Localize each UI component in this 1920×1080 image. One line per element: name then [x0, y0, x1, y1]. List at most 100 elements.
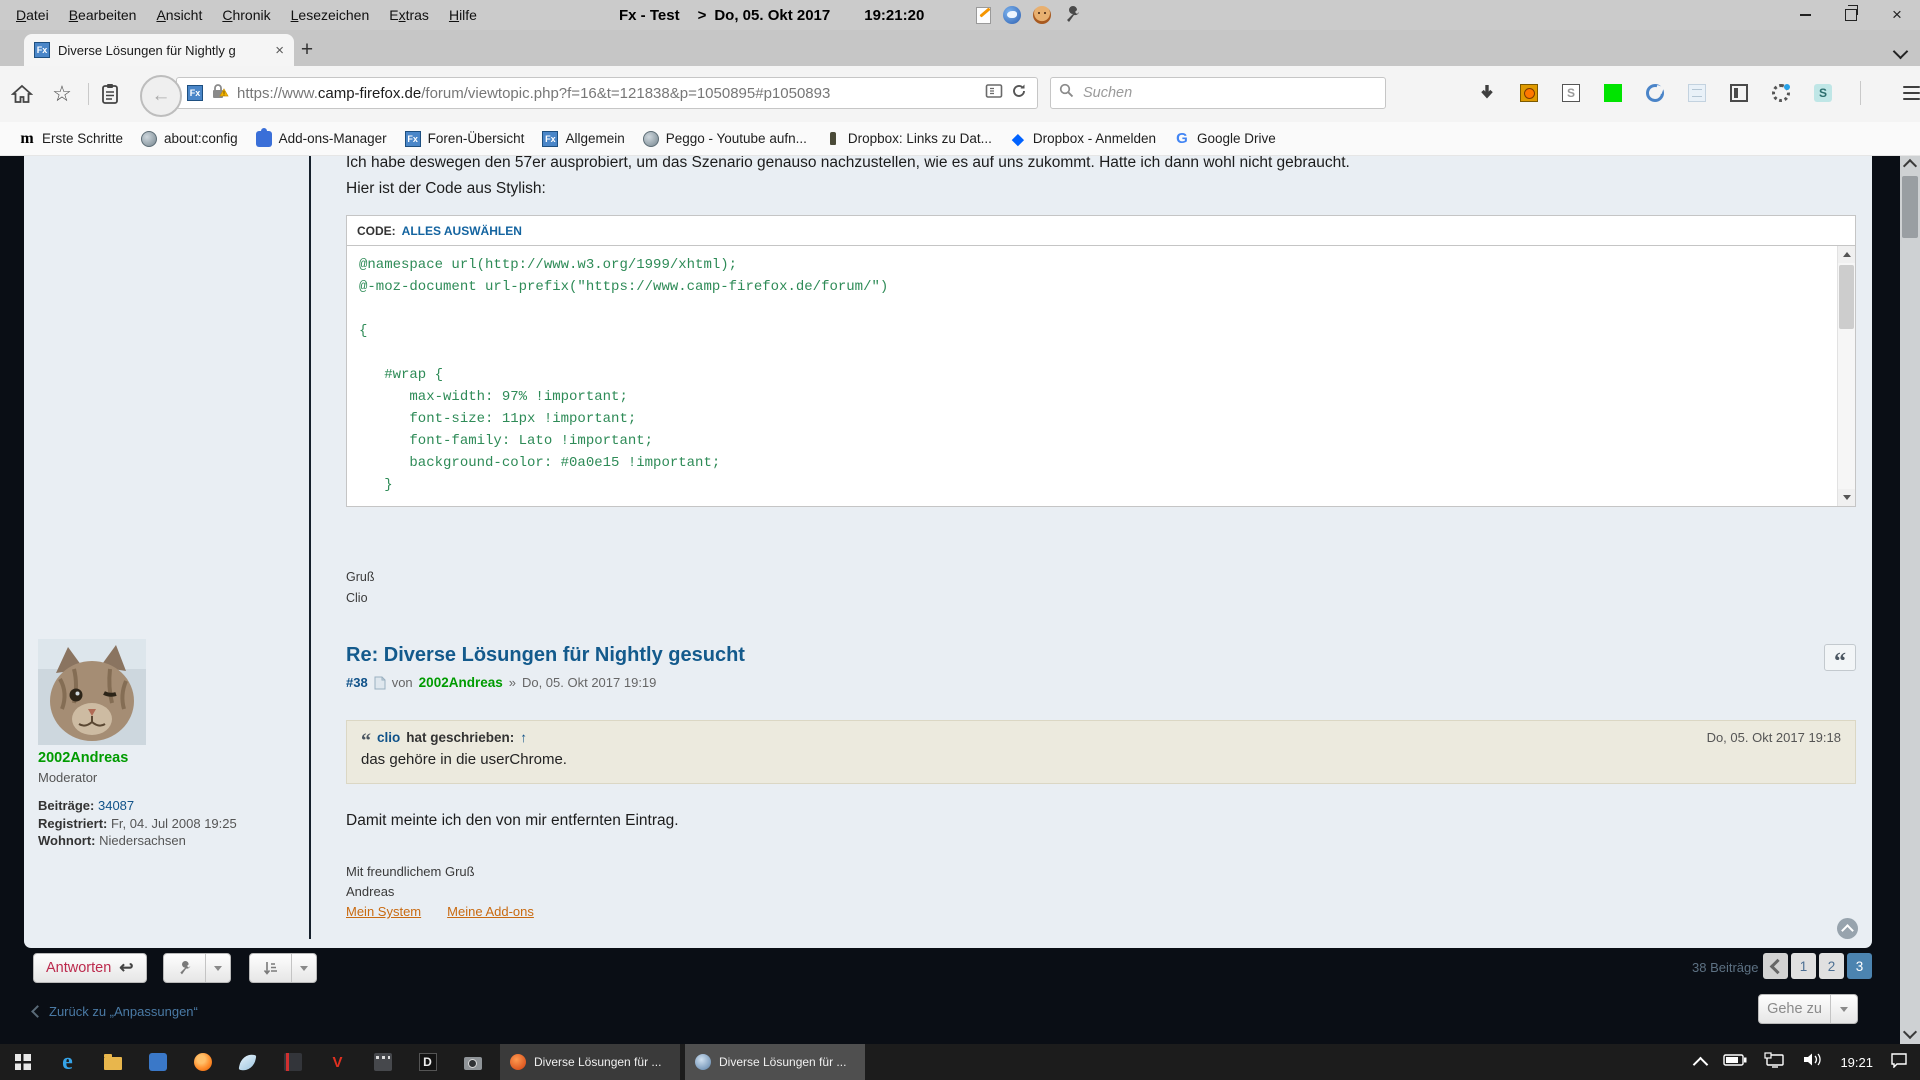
- network-icon[interactable]: [1764, 1052, 1786, 1073]
- post-author-name[interactable]: 2002Andreas: [38, 750, 128, 766]
- new-tab-button[interactable]: +: [292, 36, 322, 64]
- bookmark-item[interactable]: about:config: [132, 128, 247, 150]
- notes-icon[interactable]: [976, 7, 991, 24]
- notification-icon[interactable]: [1890, 1052, 1908, 1073]
- dropdown-caret-icon[interactable]: [291, 954, 316, 982]
- back-to-top-icon[interactable]: [1837, 918, 1858, 939]
- post-title-link[interactable]: Re: Diverse Lösungen für Nightly gesucht: [346, 644, 745, 667]
- post-author-link[interactable]: 2002Andreas: [419, 675, 503, 690]
- volume-icon[interactable]: [1803, 1052, 1823, 1072]
- download-icon[interactable]: [1478, 84, 1496, 102]
- menu-bearbeiten[interactable]: Bearbeiten: [59, 2, 147, 28]
- quote-author-link[interactable]: clio: [377, 730, 400, 745]
- firefox-icon[interactable]: [180, 1044, 225, 1080]
- post-number-link[interactable]: #38: [346, 675, 368, 690]
- sort-button[interactable]: [249, 953, 317, 983]
- wrench-icon[interactable]: [164, 954, 205, 982]
- minimize-button[interactable]: [1782, 0, 1828, 30]
- menu-datei[interactable]: Datei: [6, 2, 59, 28]
- settings-dots-icon[interactable]: [1772, 84, 1790, 102]
- tab-active[interactable]: Fx Diverse Lösungen für Nightly g ×: [24, 34, 294, 66]
- window-panel-icon[interactable]: [1730, 84, 1748, 102]
- lock-warning-icon[interactable]: !: [211, 83, 229, 104]
- browser-scrollbar[interactable]: [1900, 156, 1920, 1044]
- monkey-icon[interactable]: [1033, 6, 1051, 24]
- addon-orange-icon[interactable]: [1520, 84, 1538, 102]
- posts-count-link[interactable]: 34087: [98, 798, 134, 813]
- list-all-tabs-icon[interactable]: [1893, 44, 1909, 60]
- scroll-up-icon[interactable]: [1903, 159, 1917, 173]
- home-icon[interactable]: [8, 80, 36, 108]
- bookmark-item[interactable]: mErste Schritte: [10, 128, 132, 150]
- edge-icon[interactable]: e: [45, 1044, 90, 1080]
- back-icon[interactable]: ←: [140, 75, 182, 117]
- clipboard-icon[interactable]: [96, 80, 124, 108]
- reply-button[interactable]: Antworten ↩: [33, 953, 147, 983]
- film-app-icon[interactable]: [360, 1044, 405, 1080]
- menu-extras[interactable]: Extras: [379, 2, 439, 28]
- taskbar-clock[interactable]: 19:21: [1840, 1055, 1873, 1070]
- restore-button[interactable]: [1828, 0, 1874, 30]
- back-to-forum-link[interactable]: Zurück zu „Anpassungen“: [33, 1004, 198, 1019]
- menu-icon[interactable]: [1903, 86, 1920, 101]
- tray-expand-icon[interactable]: [1693, 1056, 1709, 1072]
- scrollbar-thumb[interactable]: [1839, 265, 1854, 329]
- bookmark-star-icon[interactable]: ☆: [48, 80, 76, 108]
- tab-close-icon[interactable]: ×: [275, 42, 284, 59]
- dropdown-caret-icon[interactable]: [205, 954, 230, 982]
- taskbar-window-button-active[interactable]: Diverse Lösungen für ...: [685, 1044, 865, 1080]
- menu-lesezeichen[interactable]: Lesezeichen: [281, 2, 380, 28]
- jump-to-quote-icon[interactable]: ↑: [520, 730, 527, 745]
- dropdown-caret-icon[interactable]: [1830, 995, 1857, 1023]
- session-manager-icon[interactable]: S: [1814, 84, 1832, 102]
- battery-icon[interactable]: [1723, 1053, 1747, 1071]
- menu-ansicht[interactable]: Ansicht: [146, 2, 212, 28]
- thunderbird-icon[interactable]: [1003, 6, 1021, 24]
- bookmark-item[interactable]: GGoogle Drive: [1165, 128, 1285, 150]
- bookmark-item[interactable]: FxAllgemein: [533, 128, 633, 150]
- code-scrollbar[interactable]: [1837, 246, 1855, 506]
- notebook-app-icon[interactable]: [270, 1044, 315, 1080]
- url-bar[interactable]: Fx ! https://www.camp-firefox.de/forum/v…: [176, 77, 1038, 109]
- previous-page-button[interactable]: [1763, 953, 1788, 979]
- meine-addons-link[interactable]: Meine Add-ons: [447, 904, 534, 919]
- topic-tools-button[interactable]: [163, 953, 231, 983]
- pale-panel-icon[interactable]: [1688, 84, 1706, 102]
- red-v-app-icon[interactable]: V: [315, 1044, 360, 1080]
- goto-button[interactable]: Gehe zu: [1758, 994, 1858, 1024]
- d-app-icon[interactable]: D: [405, 1044, 450, 1080]
- camera-app-icon[interactable]: [450, 1044, 495, 1080]
- menu-hilfe[interactable]: Hilfe: [439, 2, 487, 28]
- bookmark-item[interactable]: ◆Dropbox - Anmelden: [1001, 128, 1165, 150]
- bookmark-item[interactable]: Peggo - Youtube aufn...: [634, 128, 816, 150]
- select-all-link[interactable]: ALLES AUSWÄHLEN: [402, 224, 522, 238]
- scroll-down-icon[interactable]: [1838, 489, 1855, 506]
- quote-post-button[interactable]: “: [1824, 644, 1856, 671]
- scroll-down-icon[interactable]: [1903, 1025, 1917, 1039]
- close-button[interactable]: ×: [1874, 0, 1920, 30]
- feather-app-icon[interactable]: [225, 1044, 270, 1080]
- sort-icon[interactable]: [250, 954, 291, 982]
- blue-app-icon[interactable]: [135, 1044, 180, 1080]
- menu-chronik[interactable]: Chronik: [212, 2, 280, 28]
- bookmark-item[interactable]: Add-ons-Manager: [247, 128, 396, 150]
- stylish-icon[interactable]: S: [1562, 84, 1580, 102]
- green-square-icon[interactable]: [1604, 84, 1622, 102]
- post-page-icon[interactable]: [374, 676, 386, 690]
- explorer-folder-icon[interactable]: [90, 1044, 135, 1080]
- search-input[interactable]: [1081, 84, 1377, 102]
- search-bar[interactable]: [1050, 77, 1386, 109]
- page-button-1[interactable]: 1: [1791, 953, 1816, 979]
- mein-system-link[interactable]: Mein System: [346, 904, 421, 919]
- scrollbar-thumb[interactable]: [1902, 176, 1918, 238]
- reader-mode-icon[interactable]: [985, 83, 1003, 104]
- scroll-up-icon[interactable]: [1838, 246, 1855, 263]
- bookmark-item[interactable]: Dropbox: Links zu Dat...: [816, 128, 1001, 150]
- sync-icon[interactable]: [1646, 84, 1664, 102]
- start-button[interactable]: [0, 1044, 45, 1080]
- wrench-icon[interactable]: [1063, 6, 1081, 24]
- reload-icon[interactable]: [1011, 83, 1027, 104]
- page-button-2[interactable]: 2: [1819, 953, 1844, 979]
- bookmark-item[interactable]: FxForen-Übersicht: [396, 128, 534, 150]
- page-button-3[interactable]: 3: [1847, 953, 1872, 979]
